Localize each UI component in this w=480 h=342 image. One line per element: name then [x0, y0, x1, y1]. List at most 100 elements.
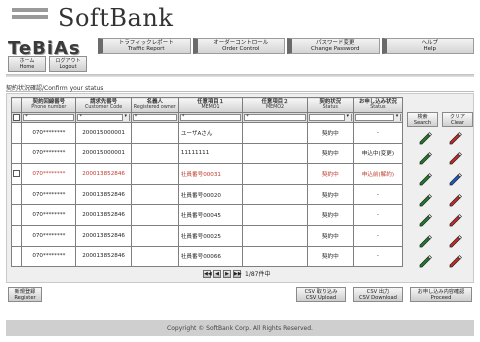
table-row[interactable]: 070******** 200013852846 社員番号00020 契約中 -: [10, 183, 404, 206]
row-checkbox[interactable]: [13, 170, 21, 178]
nav-label-en: Order Control: [222, 46, 260, 52]
row-select-cell: [10, 183, 23, 206]
nav-help[interactable]: ヘルプ Help: [381, 38, 474, 54]
column-header-en: MEMO2: [265, 105, 285, 110]
header-divider: [6, 74, 474, 77]
phone-cell: 070********: [21, 183, 77, 206]
status-cell: 契約中: [306, 204, 354, 226]
red-pen-icon[interactable]: [448, 193, 463, 208]
status-cell: 契約中: [306, 183, 354, 206]
table-row[interactable]: 070******** 200015000001 ユーザAさん 契約中 -: [10, 122, 404, 144]
green-pen-icon[interactable]: [418, 131, 433, 146]
top-navigation: トラフィックレポート Traffic Report オーダーコントロール Ord…: [98, 38, 474, 54]
row-action-icons: [407, 190, 473, 211]
red-pen-icon[interactable]: [448, 151, 463, 166]
owner-cell: [130, 224, 179, 247]
nav-traffic-report[interactable]: トラフィックレポート Traffic Report: [98, 38, 191, 54]
register-label-en: Register: [14, 294, 36, 301]
memo1-cell: 社員番号00066: [177, 245, 244, 268]
red-pen-icon[interactable]: [448, 213, 463, 228]
logo-bars-icon: [12, 8, 48, 22]
column-header[interactable]: お申し込み状況 Status: [352, 97, 404, 113]
code-cell: 200013852846: [75, 183, 132, 206]
clear-button[interactable]: クリア Clear: [442, 112, 473, 127]
red-pen-icon[interactable]: [448, 131, 463, 146]
green-pen-icon[interactable]: [418, 193, 433, 208]
table-row[interactable]: 070******** 200013852846 社員番号00031 契約中 申…: [10, 163, 404, 185]
code-cell: 200015000001: [75, 142, 132, 165]
row-action-icons: [407, 231, 473, 252]
filter-status-select[interactable]: [308, 114, 352, 121]
status-cell: 契約中: [306, 142, 354, 165]
nav-order-control[interactable]: オーダーコントロール Order Control: [192, 38, 285, 54]
row-action-icons: [407, 252, 473, 273]
green-pen-icon[interactable]: [418, 234, 433, 249]
filter-apply-select[interactable]: [354, 114, 401, 121]
red-pen-icon[interactable]: [448, 234, 463, 249]
table-row[interactable]: 070******** 200013852846 社員番号00045 契約中 -: [10, 204, 404, 226]
code-cell: 200013852846: [75, 204, 132, 226]
logout-button[interactable]: ログアウト Logout: [49, 56, 87, 72]
sub-navigation: ホーム Home ログアウト Logout: [8, 56, 90, 72]
home-button[interactable]: ホーム Home: [8, 56, 46, 72]
last-page-icon[interactable]: ▶▶: [233, 269, 242, 278]
proceed-button[interactable]: お申し込み内容確認 Proceed: [410, 287, 472, 302]
table-row[interactable]: 070******** 200013852846 社員番号00066 契約中 -: [10, 245, 404, 268]
apply-cell: 申込中(変更): [352, 142, 404, 165]
filter-phone-input[interactable]: *: [23, 114, 75, 121]
search-clear-buttons: 検索 Search クリア Clear: [407, 112, 473, 128]
filter-memo2-input[interactable]: *: [244, 114, 306, 121]
phone-cell: 070********: [21, 245, 77, 268]
row-action-icons: [407, 128, 473, 149]
column-header[interactable]: 名義人 Registered owner: [130, 97, 179, 113]
green-pen-icon[interactable]: [418, 213, 433, 228]
filter-cell: *: [130, 112, 179, 123]
status-cell: 契約中: [306, 122, 354, 144]
select-column-header: [10, 97, 23, 113]
filter-memo1-input[interactable]: *: [179, 114, 242, 121]
csv-download-button[interactable]: CSV 出力 CSV Download: [353, 287, 403, 302]
apply-cell: -: [352, 204, 404, 226]
prev-page-icon[interactable]: ◀: [213, 269, 221, 278]
filter-code-select[interactable]: *: [77, 114, 130, 121]
search-label-en: Search: [413, 119, 432, 126]
column-header[interactable]: 任意項目１ MEMO1: [177, 97, 244, 113]
nav-label-en: Change Password: [311, 46, 360, 52]
owner-cell: [130, 245, 179, 268]
column-header[interactable]: 任意項目２ MEMO2: [242, 97, 308, 113]
apply-cell: -: [352, 183, 404, 206]
row-select-cell: [10, 122, 23, 144]
nav-change-password[interactable]: パスワード変更 Change Password: [287, 38, 380, 54]
green-pen-icon[interactable]: [418, 254, 433, 269]
row-select-cell: [10, 163, 23, 185]
row-select-cell: [10, 224, 23, 247]
table-row[interactable]: 070******** 200015000001 11111111 契約中 申込…: [10, 142, 404, 165]
csv-upload-label-en: CSV Upload: [305, 294, 337, 301]
select-all-checkbox[interactable]: [13, 114, 21, 121]
red-pen-icon[interactable]: [448, 254, 463, 269]
apply-cell: -: [352, 224, 404, 247]
table-row[interactable]: 070******** 200013852846 社員番号00025 契約中 -: [10, 224, 404, 247]
copyright-text: Copyright © SoftBank Corp. All Rights Re…: [167, 324, 313, 332]
contract-status-panel: 契約回線番号 Phone number 請求先番号 Customer Code 名義…: [6, 93, 474, 283]
logo-text: SoftBank: [58, 4, 174, 32]
green-pen-icon[interactable]: [418, 151, 433, 166]
logout-label-en: Logout: [59, 64, 77, 70]
code-cell: 200013852846: [75, 245, 132, 268]
memo1-cell: 社員番号00031: [177, 163, 244, 185]
blue-pen-icon[interactable]: [448, 172, 463, 187]
green-pen-icon[interactable]: [418, 172, 433, 187]
memo2-cell: [242, 163, 308, 185]
register-button[interactable]: 新規登録 Register: [8, 287, 42, 302]
column-header[interactable]: 契約状況 Status: [306, 97, 354, 113]
column-header[interactable]: 契約回線番号 Phone number: [21, 97, 77, 113]
column-header[interactable]: 請求先番号 Customer Code: [75, 97, 132, 113]
first-page-icon[interactable]: ◀◀: [203, 269, 212, 278]
csv-upload-button[interactable]: CSV 取り込み CSV Upload: [296, 287, 346, 302]
filter-owner-input[interactable]: *: [132, 114, 177, 121]
next-page-icon[interactable]: ▶: [223, 269, 231, 278]
pagination: ◀◀ ◀ ▶ ▶▶ 1/87件中: [203, 269, 270, 278]
search-button[interactable]: 検索 Search: [407, 112, 438, 127]
header: TeBiAs トラフィックレポート Traffic Report オーダーコント…: [6, 34, 474, 80]
owner-cell: [130, 142, 179, 165]
